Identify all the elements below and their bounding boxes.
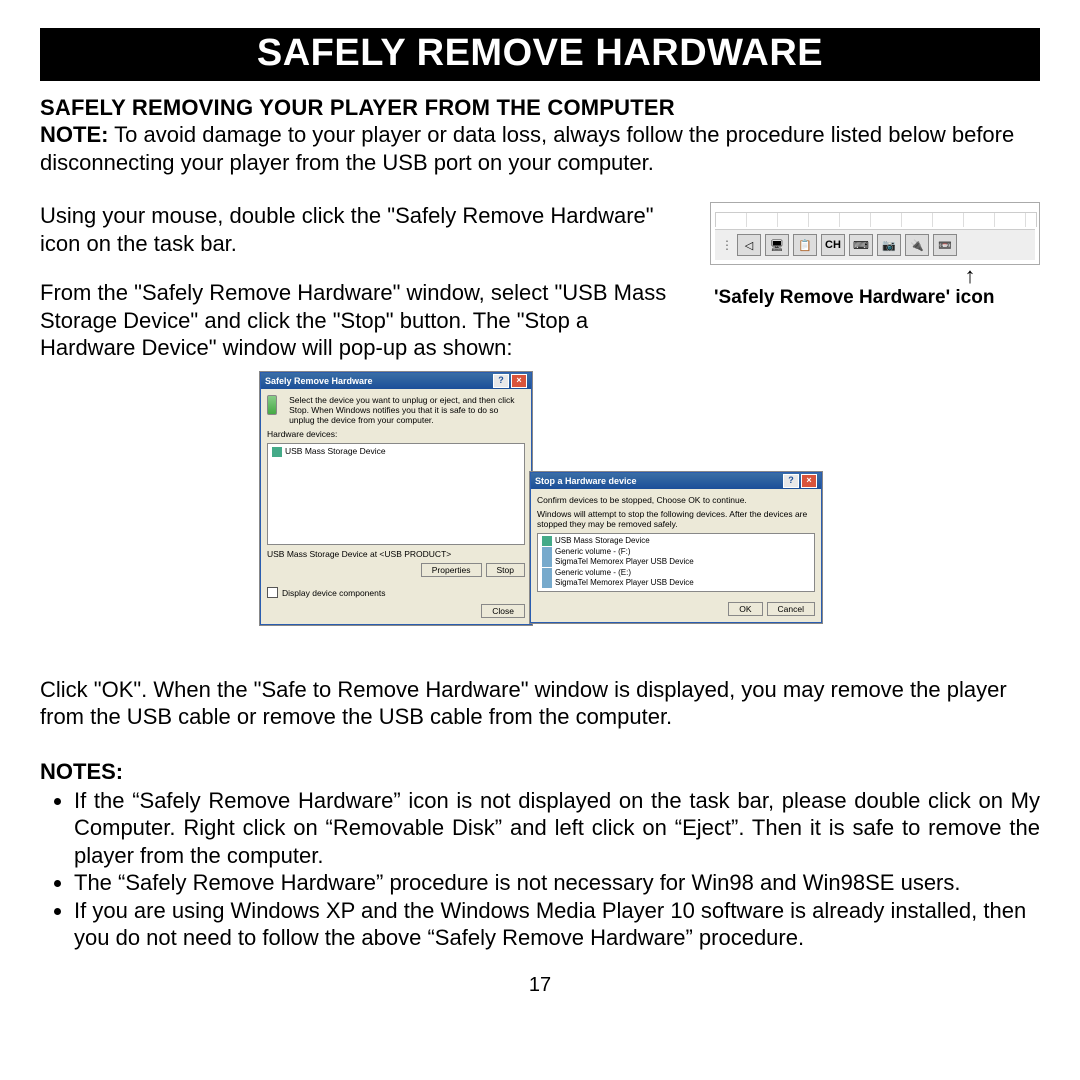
selected-device-label: USB Mass Storage Device at <USB PRODUCT> <box>267 549 525 559</box>
device-icon <box>272 447 282 457</box>
note-label: NOTE: <box>40 122 108 147</box>
notes-list: If the “Safely Remove Hardware” icon is … <box>40 787 1040 952</box>
tray-caption: 'Safely Remove Hardware' icon <box>710 287 1040 309</box>
banner-title: SAFELY REMOVE HARDWARE <box>40 28 1040 81</box>
tray-icon: 🖥 <box>765 234 789 256</box>
pc-icon <box>267 395 277 415</box>
stop-hardware-device-window: Stop a Hardware device ? × Confirm devic… <box>530 472 822 623</box>
tray-icon: CH <box>821 234 845 256</box>
paragraph-2: From the "Safely Remove Hardware" window… <box>40 279 680 362</box>
checkbox-label: Display device components <box>282 588 385 598</box>
note-item: The “Safely Remove Hardware” procedure i… <box>74 869 1040 897</box>
note-item: If the “Safely Remove Hardware” icon is … <box>74 787 1040 870</box>
list-item: Generic volume - (F:) <box>542 547 810 558</box>
note-paragraph: NOTE: To avoid damage to your player or … <box>40 121 1040 176</box>
notes-header: NOTES: <box>40 759 1040 785</box>
safely-remove-hardware-icon: 🔌 <box>905 234 929 256</box>
paragraph-3: Click "OK". When the "Safe to Remove Har… <box>40 676 1040 731</box>
volume-icon <box>542 568 552 578</box>
ok-button[interactable]: OK <box>728 602 762 616</box>
window-instructions: Select the device you want to unplug or … <box>289 395 525 426</box>
volume-icon <box>542 547 552 557</box>
tray-icon: ◁ <box>737 234 761 256</box>
close-button[interactable]: × <box>511 374 527 388</box>
stop-button[interactable]: Stop <box>486 563 526 577</box>
volume-icon <box>542 557 552 567</box>
page-number: 17 <box>40 974 1040 997</box>
note-text: To avoid damage to your player or data l… <box>40 122 1014 175</box>
tray-icon: 📷 <box>877 234 901 256</box>
list-item: USB Mass Storage Device <box>542 536 810 547</box>
list-item: SigmaTel Memorex Player USB Device <box>542 557 810 568</box>
tray-icon: 📋 <box>793 234 817 256</box>
display-components-checkbox[interactable] <box>267 587 278 598</box>
device-stop-list[interactable]: USB Mass Storage Device Generic volume -… <box>537 533 815 592</box>
note-item: If you are using Windows XP and the Wind… <box>74 897 1040 952</box>
close-button[interactable]: × <box>801 474 817 488</box>
volume-icon <box>542 578 552 588</box>
tray-separator: ⋮ <box>721 238 733 252</box>
paragraph-1: Using your mouse, double click the "Safe… <box>40 202 680 257</box>
window-title: Stop a Hardware device <box>535 476 637 486</box>
properties-button[interactable]: Properties <box>421 563 482 577</box>
window-instructions-2: Windows will attempt to stop the followi… <box>537 509 815 529</box>
list-item: Generic volume - (E:) <box>542 568 810 579</box>
window-instructions-1: Confirm devices to be stopped, Choose OK… <box>537 495 815 505</box>
list-item: SigmaTel Memorex Player USB Device <box>542 578 810 589</box>
cancel-button[interactable]: Cancel <box>767 602 815 616</box>
dialog-screenshots: Safely Remove Hardware ? × Select the de… <box>260 372 820 662</box>
tray-icon: ⌨ <box>849 234 873 256</box>
close-window-button[interactable]: Close <box>481 604 525 618</box>
device-item[interactable]: USB Mass Storage Device <box>285 446 386 456</box>
device-icon <box>542 536 552 546</box>
list-label: Hardware devices: <box>267 429 525 439</box>
device-list[interactable]: USB Mass Storage Device <box>267 443 525 545</box>
arrow-up-icon: ↑ <box>900 267 1040 285</box>
window-title: Safely Remove Hardware <box>265 376 373 386</box>
help-button[interactable]: ? <box>783 474 799 488</box>
safely-remove-hardware-window: Safely Remove Hardware ? × Select the de… <box>260 372 532 626</box>
help-button[interactable]: ? <box>493 374 509 388</box>
system-tray: ⋮ ◁ 🖥 📋 CH ⌨ 📷 🔌 📼 <box>715 229 1035 260</box>
taskbar-screenshot: ⋮ ◁ 🖥 📋 CH ⌨ 📷 🔌 📼 <box>710 202 1040 265</box>
sub-heading: SAFELY REMOVING YOUR PLAYER FROM THE COM… <box>40 95 1040 121</box>
tray-icon: 📼 <box>933 234 957 256</box>
